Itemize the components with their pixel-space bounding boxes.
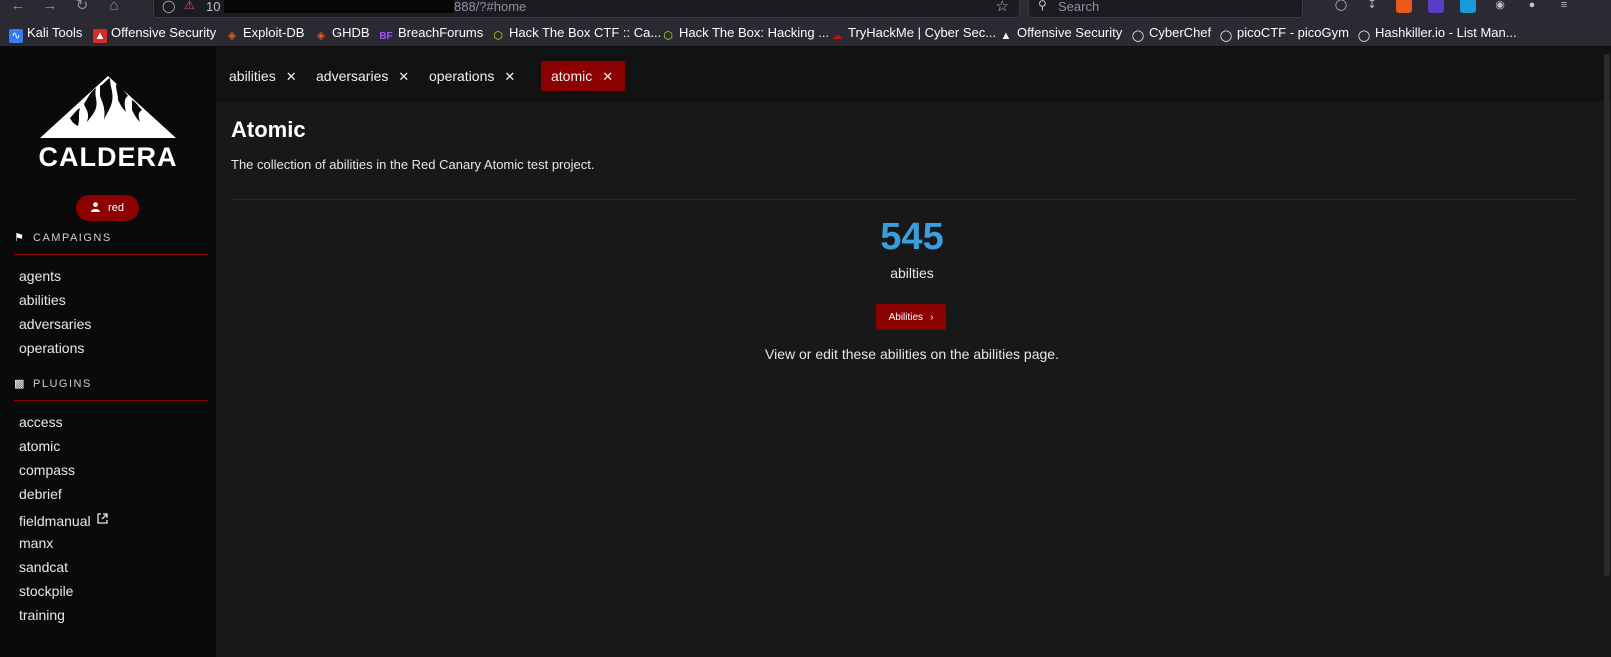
sidebar-item-abilities[interactable]: abilities [19,292,66,308]
foxyproxy-icon[interactable] [1396,0,1412,13]
abilities-count: 545 [880,216,944,258]
forward-icon[interactable]: → [40,0,60,16]
bookmarks-bar: ∿ Kali Tools ▲ Offensive Security ◈ Exploit… [0,20,1611,47]
url-suffix: 888/?#home [454,0,527,14]
url-bar[interactable]: ◯ ⚠ 10 888/?#home ☆ [153,0,1020,18]
section-divider [231,199,1577,200]
logo-text: CALDERA [38,142,178,172]
close-icon[interactable]: ✕ [602,69,613,84]
sidebar-item-adversaries[interactable]: adversaries [19,316,91,332]
globe-icon: ◯ [1219,30,1233,42]
htb-cube-icon: ⬡ [493,30,503,42]
home-icon[interactable]: ⌂ [104,0,124,16]
tab-adversaries[interactable]: adversaries ✕ [306,61,421,91]
page-description: The collection of abilities in the Red C… [231,157,595,172]
sidebar-item-manx[interactable]: manx [19,535,53,551]
bookmark-offensive-security[interactable]: ▲ Offensive Security [93,25,216,43]
extensions-icon[interactable]: ● [1524,0,1540,13]
bookmark-tryhackme[interactable]: ☁ TryHackMe | Cyber Sec... [830,25,997,43]
url-redaction [224,0,454,13]
user-name: red [108,202,124,214]
bookmark-kali-tools[interactable]: ∿ Kali Tools [9,25,82,43]
flag-icon: ⚑ [14,232,26,244]
bookmark-hashkiller[interactable]: ◯ Hashkiller.io - List Man... [1357,25,1517,43]
sidebar-item-atomic[interactable]: atomic [19,438,60,454]
sidebar-item-fieldmanual[interactable]: fieldmanual [19,511,108,529]
htb-cube-icon: ⬡ [663,30,673,42]
chevron-right-icon: › [930,311,934,323]
wappalyzer-icon[interactable] [1460,0,1476,13]
bookmark-ghdb[interactable]: ◈ GHDB [314,25,370,43]
sidebar-item-operations[interactable]: operations [19,340,84,356]
view-abilities-hint: View or edit these abilities on the abil… [765,346,1059,362]
user-menu-button[interactable]: red [76,195,139,221]
browser-toolbar: ← → ↻ ⌂ ◯ ⚠ 10 888/?#home ☆ ⚲ Search ◯ ↧… [0,0,1611,20]
kali-dragon-icon: ∿ [9,29,23,43]
thm-icon: ☁ [831,30,843,42]
puzzle-icon: ▩ [14,378,26,390]
sidebar-item-access[interactable]: access [19,414,63,430]
open-tabs-bar: abilities ✕ adversaries ✕ operations ✕ atom… [216,47,1611,102]
extension-purple-icon[interactable] [1428,0,1444,13]
sidebar: CALDERA red ⚑ CAMPAIGNS agents abilities … [0,47,216,657]
tab-operations[interactable]: operations ✕ [419,61,527,91]
insecure-lock-icon[interactable]: ⚠ [184,0,195,12]
mountain-logo-icon [40,76,176,138]
close-icon[interactable]: ✕ [398,69,409,84]
bookmark-exploit-db[interactable]: ◈ Exploit-DB [225,25,305,43]
bookmark-htb-ctf[interactable]: ⬡ Hack The Box CTF :: Ca... [491,25,661,43]
sidebar-item-stockpile[interactable]: stockpile [19,583,73,599]
sidebar-item-debrief[interactable]: debrief [19,486,62,502]
url-prefix: 10 [206,0,221,14]
ghdb-icon: ◈ [316,30,326,42]
close-icon[interactable]: ✕ [504,69,515,84]
browser-search-field[interactable]: ⚲ Search [1028,0,1303,18]
pocket-icon[interactable]: ◯ [1333,0,1349,13]
bookmark-cyberchef[interactable]: ◯ CyberChef [1131,25,1211,43]
bf-icon: BF [379,31,393,42]
offsec-white-icon: ▲ [1000,30,1012,42]
bookmark-htb-hacking[interactable]: ⬡ Hack The Box: Hacking ... [661,25,829,43]
main-content: Atomic The collection of abilities in th… [216,54,1611,657]
download-icon[interactable]: ↧ [1364,0,1380,13]
menu-icon[interactable]: ≡ [1556,0,1572,13]
bookmark-star-icon[interactable]: ☆ [996,0,1009,15]
page-title: Atomic [231,117,306,142]
back-icon[interactable]: ← [8,0,28,16]
bookmark-offensive-security-2[interactable]: ▲ Offensive Security [999,25,1123,43]
shield-icon[interactable]: ◯ [162,0,175,13]
sidebar-item-sandcat[interactable]: sandcat [19,559,68,575]
offsec-icon: ▲ [93,29,107,43]
campaigns-header: ⚑ CAMPAIGNS [14,231,208,255]
sidebar-item-agents[interactable]: agents [19,268,61,284]
plugins-header: ▩ PLUGINS [14,377,208,401]
external-link-icon [96,511,108,527]
search-icon: ⚲ [1038,0,1047,12]
user-icon [91,201,101,215]
tab-abilities[interactable]: abilities ✕ [219,61,309,91]
abilities-button[interactable]: Abilities › [876,304,946,330]
tab-atomic[interactable]: atomic ✕ [541,61,626,91]
scrollbar[interactable] [1603,54,1611,657]
globe-icon: ◯ [1131,30,1145,42]
search-placeholder: Search [1058,0,1100,14]
sidebar-item-compass[interactable]: compass [19,462,75,478]
scrollbar-thumb[interactable] [1604,54,1610,576]
globe-icon: ◯ [1357,30,1371,42]
sidebar-item-training[interactable]: training [19,607,65,623]
abilities-count-label: abilties [890,265,934,281]
exploitdb-icon: ◈ [227,30,237,42]
cookie-icon[interactable]: ◉ [1492,0,1508,13]
close-icon[interactable]: ✕ [286,69,297,84]
bookmark-breachforums[interactable]: BF BreachForums [378,25,483,44]
bookmark-picoctf[interactable]: ◯ picoCTF - picoGym [1219,25,1349,43]
reload-icon[interactable]: ↻ [72,0,92,16]
